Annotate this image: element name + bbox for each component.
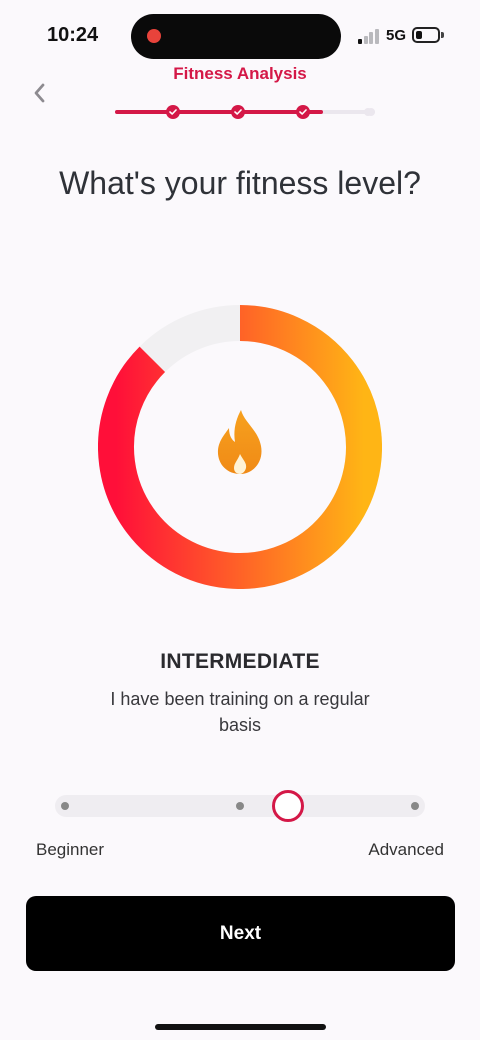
signal-bar (369, 32, 373, 44)
battery-cap (441, 32, 444, 38)
signal-bar (358, 39, 362, 44)
header-title: Fitness Analysis (173, 64, 307, 83)
progress-fill (115, 110, 323, 114)
slider-thumb[interactable] (272, 790, 305, 822)
flame-icon (217, 410, 262, 474)
check-icon (169, 109, 177, 115)
dynamic-island (131, 14, 341, 59)
recording-indicator-icon (147, 29, 161, 43)
level-description: I have been training on a regular basis (110, 689, 370, 735)
home-indicator[interactable] (155, 1024, 326, 1030)
slider-min-label: Beginner (36, 840, 105, 859)
status-time: 10:24 (47, 24, 99, 46)
step-completed-icon (296, 105, 310, 119)
step-progress (115, 100, 375, 124)
level-title: INTERMEDIATE (160, 650, 320, 673)
signal-bar (363, 35, 368, 44)
next-button[interactable]: Next (26, 896, 455, 971)
battery-icon (412, 27, 440, 43)
signal-strength-icon (358, 28, 380, 44)
fitness-level-slider[interactable] (55, 790, 425, 822)
question-title: What's your fitness level? (59, 165, 421, 201)
step-completed-icon (231, 105, 245, 119)
slider-max-label: Advanced (368, 840, 444, 859)
slider-stop (236, 802, 244, 810)
step-completed-icon (166, 105, 180, 119)
check-icon (299, 109, 307, 115)
check-icon (234, 109, 242, 115)
step-pending (367, 108, 375, 116)
signal-bar (374, 28, 379, 44)
slider-stop (411, 802, 419, 810)
slider-stop (61, 802, 69, 810)
screen: 10:24 5G Fitness Analysis What's your fi… (0, 0, 480, 1040)
chevron-left-icon (34, 83, 45, 103)
battery-level (416, 31, 422, 39)
network-type: 5G (386, 27, 407, 44)
